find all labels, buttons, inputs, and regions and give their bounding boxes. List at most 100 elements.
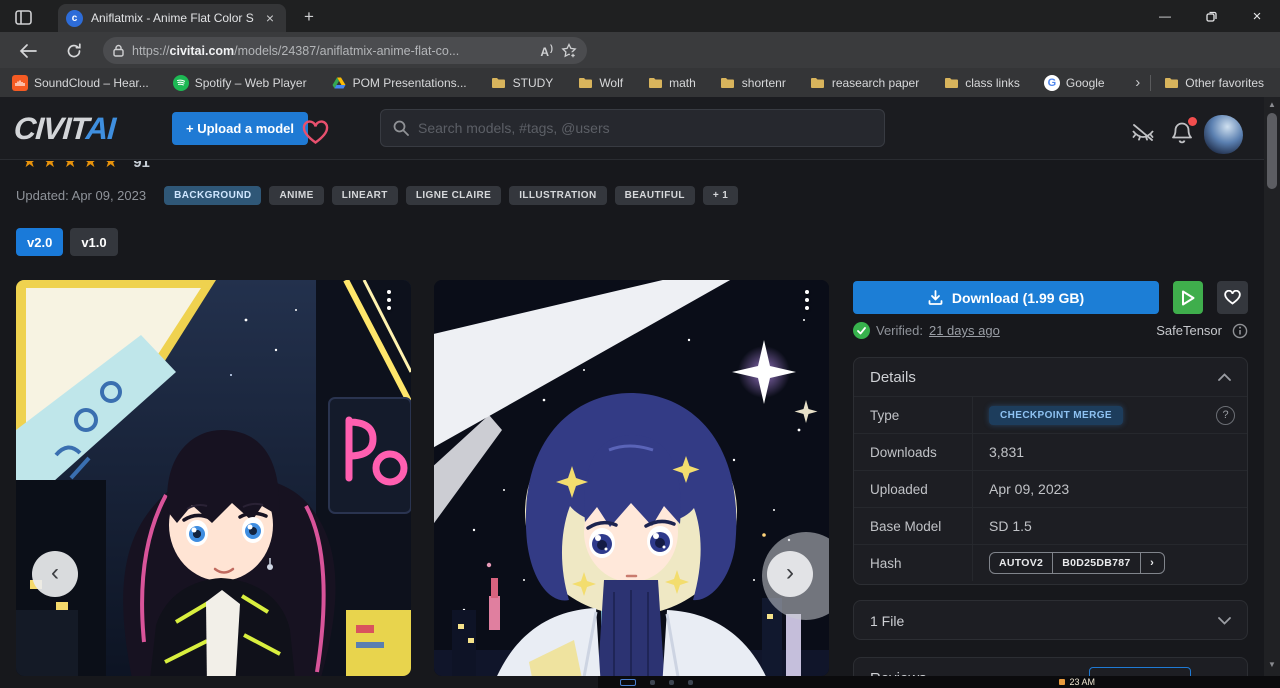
type-badge[interactable]: CHECKPOINT MERGE — [989, 406, 1123, 425]
other-favorites[interactable]: Other favorites — [1163, 75, 1264, 91]
rating-count: 91 — [133, 161, 150, 171]
scrollbar[interactable]: ▲ ▼ — [1264, 97, 1280, 676]
bookmark-folder-shortenr[interactable]: shortenr — [720, 75, 786, 91]
hidden-mode-eye-off-icon[interactable] — [1130, 122, 1156, 144]
files-title: 1 File — [870, 613, 904, 629]
heart-icon — [1224, 290, 1241, 305]
bookmark-spotify[interactable]: Spotify – Web Player — [173, 75, 307, 91]
bookmark-soundcloud[interactable]: SoundCloud – Hear... — [12, 75, 149, 91]
browser-toolbar: https://civitai.com/models/24387/aniflat… — [0, 32, 1280, 68]
image-menu-icon[interactable] — [380, 290, 398, 310]
screen: c Aniflatmix - Anime Flat Color Sty × + … — [0, 0, 1280, 688]
address-bar[interactable]: https://civitai.com/models/24387/aniflat… — [103, 37, 587, 64]
hash-value: B0D25DB787 — [1052, 553, 1139, 573]
civitai-favicon-icon: c — [66, 10, 83, 27]
bookmark-folder-reasearch-paper[interactable]: reasearch paper — [810, 75, 919, 91]
folder-icon — [647, 75, 663, 91]
bookmark-folder-math[interactable]: math — [647, 75, 696, 91]
detail-row-uploaded: Uploaded Apr 09, 2023 — [854, 470, 1247, 507]
download-button[interactable]: Download (1.99 GB) — [853, 281, 1159, 314]
model-meta-row: Updated: Apr 09, 2023 BACKGROUND ANIME L… — [16, 186, 738, 205]
close-button[interactable]: × — [1234, 0, 1280, 32]
tag-background[interactable]: BACKGROUND — [164, 186, 261, 205]
tag-beautiful[interactable]: BEAUTIFUL — [615, 186, 695, 205]
updated-date: Updated: Apr 09, 2023 — [16, 188, 146, 203]
download-icon — [928, 290, 943, 305]
details-header[interactable]: Details — [854, 358, 1247, 396]
restore-button[interactable] — [1188, 0, 1234, 32]
upload-model-button[interactable]: + Upload a model — [172, 112, 308, 145]
gallery-next-arrow[interactable]: › — [767, 551, 813, 597]
scroll-up-icon[interactable]: ▲ — [1264, 97, 1280, 111]
info-icon[interactable] — [1232, 323, 1248, 339]
add-favorite-icon[interactable] — [561, 43, 577, 59]
detail-row-type: Type CHECKPOINT MERGE — [854, 396, 1247, 433]
new-tab-button[interactable]: + — [298, 6, 320, 28]
bookmark-folder-study[interactable]: STUDY — [491, 75, 554, 91]
lock-icon — [113, 44, 124, 57]
folder-icon — [491, 75, 507, 91]
back-button[interactable] — [16, 39, 40, 63]
detail-row-base-model: Base Model SD 1.5 — [854, 507, 1247, 544]
taskbar-app-icon[interactable] — [620, 679, 636, 686]
model-page: ★★★★★ 91 Updated: Apr 09, 2023 BACKGROUN… — [0, 161, 1264, 676]
gallery-image-2[interactable]: › — [434, 280, 829, 676]
bookmark-google[interactable]: G Google — [1044, 75, 1105, 91]
bookmark-folder-class-links[interactable]: class links — [943, 75, 1020, 91]
refresh-button[interactable] — [62, 39, 86, 63]
rating-stars-icon[interactable]: ★★★★★ — [22, 161, 123, 172]
tag-ligne-claire[interactable]: LIGNE CLAIRE — [406, 186, 501, 205]
user-avatar[interactable] — [1204, 115, 1243, 154]
run-model-button[interactable] — [1173, 281, 1203, 314]
bookmarks-separator — [1150, 75, 1151, 91]
verified-time-link[interactable]: 21 days ago — [929, 323, 1000, 338]
search-icon — [393, 120, 409, 136]
gallery-prev-arrow[interactable]: ‹ — [32, 551, 78, 597]
reviews-panel: Reviews Add Review — [853, 657, 1248, 676]
tag-more[interactable]: + 1 — [703, 186, 738, 205]
scrollbar-thumb[interactable] — [1267, 113, 1277, 189]
tag-anime[interactable]: ANIME — [269, 186, 323, 205]
tag-illustration[interactable]: ILLUSTRATION — [509, 186, 606, 205]
bookmarks-overflow-icon[interactable]: › — [1135, 74, 1140, 91]
folder-icon — [1163, 75, 1179, 91]
tab-actions-menu-icon[interactable] — [12, 6, 34, 28]
browser-tab[interactable]: c Aniflatmix - Anime Flat Color Sty × — [58, 4, 286, 32]
verified-shield-icon — [853, 322, 870, 339]
civitai-logo[interactable]: CIVITAI — [13, 111, 116, 147]
image-menu-icon[interactable] — [798, 290, 816, 310]
google-icon: G — [1044, 75, 1060, 91]
read-aloud-icon[interactable]: A — [540, 43, 553, 59]
version-v1-button[interactable]: v1.0 — [70, 228, 117, 256]
hash-pill[interactable]: AUTOV2 B0D25DB787 › — [989, 552, 1165, 574]
add-review-button[interactable]: Add Review — [1089, 667, 1191, 676]
scroll-down-icon[interactable]: ▼ — [1264, 657, 1280, 671]
url-text: https://civitai.com/models/24387/aniflat… — [132, 44, 532, 58]
notification-dot — [1188, 117, 1197, 126]
search-box[interactable] — [380, 109, 885, 147]
folder-icon — [943, 75, 959, 91]
search-input[interactable] — [418, 120, 872, 136]
folder-icon — [577, 75, 593, 91]
files-panel[interactable]: 1 File — [853, 600, 1248, 640]
bookmarks-bar: SoundCloud – Hear... Spotify – Web Playe… — [0, 68, 1280, 97]
version-v2-button[interactable]: v2.0 — [16, 228, 63, 256]
hash-expand-icon[interactable]: › — [1140, 553, 1164, 573]
bookmark-folder-wolf[interactable]: Wolf — [577, 75, 623, 91]
hash-algo: AUTOV2 — [990, 553, 1052, 573]
favorite-model-button[interactable] — [1217, 281, 1248, 314]
minimize-button[interactable]: — — [1142, 0, 1188, 32]
help-icon[interactable] — [1216, 406, 1235, 425]
gallery-image-1[interactable]: ‹ — [16, 280, 411, 676]
liked-models-heart-icon[interactable] — [302, 120, 329, 145]
taskbar-sliver[interactable]: 23 AM — [598, 676, 1280, 688]
details-panel: Details Type CHECKPOINT MERGE Downloads … — [853, 357, 1248, 585]
play-icon — [1181, 290, 1195, 306]
bookmark-pom-presentations[interactable]: POM Presentations... — [331, 75, 467, 91]
notifications-bell-icon[interactable] — [1170, 121, 1194, 146]
window-controls: — × — [1142, 0, 1280, 32]
tag-lineart[interactable]: LINEART — [332, 186, 398, 205]
soundcloud-icon — [12, 75, 28, 91]
tab-close-icon[interactable]: × — [262, 9, 278, 27]
detail-row-hash: Hash AUTOV2 B0D25DB787 › — [854, 544, 1247, 581]
